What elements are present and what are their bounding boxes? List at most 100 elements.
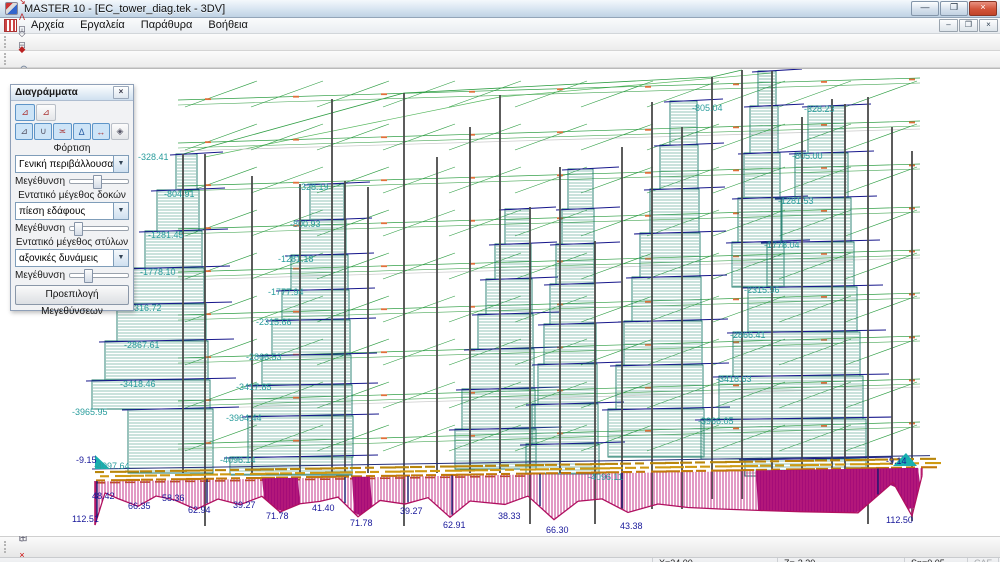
diagram-value-label: 112.51: [72, 515, 99, 524]
extent-horizontal-button[interactable]: ↔: [92, 123, 110, 140]
diagrams-palette: Διαγράμματα × ⊿⊿ ⊿∪≍Δ↔◈ Φόρτιση Γενική π…: [10, 84, 134, 311]
diagram-value-label: -1778.04: [764, 241, 800, 250]
diagram-value-label: -1777.94: [268, 288, 304, 297]
diagram-value-label: -2315.66: [256, 318, 292, 327]
slider-thumb[interactable]: [84, 269, 93, 283]
window-title: MASTER 10 - [EC_tower_diag.tek - 3DV]: [24, 3, 225, 15]
status-snap-value: Sn=0.05: [905, 558, 968, 562]
load-case-select[interactable]: Γενική περιβάλλουσα ▼: [15, 155, 129, 173]
diagram-value-label: -2315.96: [744, 286, 780, 295]
diagram-value-label: -2866.53: [246, 353, 282, 362]
palette-title-bar[interactable]: Διαγράμματα ×: [11, 85, 133, 101]
magnify-slider-1[interactable]: [69, 179, 129, 184]
beam-quantity-label: Εντατικό μέγεθος δοκών: [15, 190, 129, 201]
diagram-value-label: -3417.85: [236, 383, 272, 392]
member-4-icon[interactable]: Λ: [13, 9, 31, 25]
diagram-value-label: 71.78: [266, 512, 289, 521]
diagram-value-label: -1281.18: [278, 255, 314, 264]
force-arrows-icon[interactable]: ↘: [13, 0, 31, 9]
diagram-value-label: 62.94: [188, 506, 211, 515]
slider-thumb[interactable]: [74, 222, 83, 236]
diagram-value-label: -2866.41: [730, 331, 766, 340]
diagram-value-label: 58.36: [162, 494, 185, 503]
chevron-down-icon[interactable]: ▼: [113, 156, 128, 172]
diagram-value-label: 66.30: [546, 526, 569, 535]
diagram-value-label: -1281.53: [778, 197, 814, 206]
menu-boetheia[interactable]: Βοήθεια: [200, 18, 255, 33]
diagram-value-label: 66.35: [128, 502, 151, 511]
diagram-value-label: 41.40: [312, 504, 335, 513]
torsion-diagram-button[interactable]: Δ: [73, 123, 91, 140]
doc-minimize-button[interactable]: –: [939, 19, 958, 32]
diagram-value-label: -805.00: [792, 152, 823, 161]
restore-button[interactable]: ❐: [940, 1, 968, 16]
palette-title: Διαγράμματα: [15, 87, 78, 98]
palette-diagram-row: ⊿∪≍Δ↔◈: [15, 123, 129, 140]
toolbar-grip[interactable]: [4, 53, 10, 65]
diagram-value-label: 112.50: [886, 516, 913, 525]
shear-diagram-button[interactable]: ∪: [34, 123, 52, 140]
status-bar: X=34.00 Z=-2.30 Sn=0.05 CAF NUM: [0, 557, 1000, 562]
diagram-value-label: -3418.46: [120, 380, 156, 389]
application-window: MASTER 10 - [EC_tower_diag.tek - 3DV] — …: [0, 0, 1000, 562]
magnify-label-3: Μεγέθυνση: [15, 270, 65, 281]
column-quantity-label: Εντατικό μέγεθος στύλων: [15, 237, 129, 248]
diagram-value-label: -4097.64: [94, 462, 130, 471]
diagram-value-label: -3964.44: [226, 414, 262, 423]
palette-toggle-row: ⊿⊿: [15, 104, 129, 121]
magnify-slider-3[interactable]: [69, 273, 129, 278]
menu-ergaleia[interactable]: Εργαλεία: [72, 18, 133, 33]
diagram-value-label: -328.19: [298, 183, 329, 192]
solid-outline-icon[interactable]: ◇: [13, 25, 31, 41]
diagram-value-label: -4096.14: [220, 456, 256, 465]
diagram-value-label: 71.78: [350, 519, 373, 528]
column-quantity-select[interactable]: αξονικές δυνάμεις ▼: [15, 249, 129, 267]
diagram-value-label: -1778.10: [140, 268, 176, 277]
toolbar-bottom: ↶↷!⊕⊖⊡⊙⊘▣⊠⌐∟▭/∠△▦▦⊞ΑΞΜΛΧ.+.-◉✳▦▩⊏−⊐◫ΑΒ⋈▥…: [0, 536, 1000, 557]
doc-close-button[interactable]: ×: [979, 19, 998, 32]
diagram-value-label: -805.04: [692, 104, 723, 113]
beam-quantity-select[interactable]: πίεση εδάφους ▼: [15, 202, 129, 220]
beam-diagram-toggle-button[interactable]: ⊿: [15, 104, 35, 121]
doc-restore-button[interactable]: ❐: [959, 19, 978, 32]
diagram-value-label: -800.93: [290, 220, 321, 229]
toolbar-grip[interactable]: [4, 541, 10, 553]
toolbar-grip[interactable]: [4, 36, 10, 48]
load-case-label: Φόρτιση: [15, 143, 129, 154]
toolbar-row-1: □▤▦C⊞▤▧▽/≡≡#/○∩Aα↔B≈KT⊡⊟⊠▨°M▼▽∑▦◫▤3D◪∠∟✂…: [0, 34, 1000, 51]
status-message-area: [0, 558, 653, 562]
drawing-canvas[interactable]: -328.41-804.91-1281.45-1778.10-2316.72-2…: [0, 68, 1000, 536]
diagram-value-label: -9.15: [76, 456, 97, 465]
magnify-label-1: Μεγέθυνση: [15, 176, 65, 187]
close-button[interactable]: ×: [969, 1, 997, 16]
minimize-button[interactable]: —: [911, 1, 939, 16]
status-x-coordinate: X=34.00: [653, 558, 778, 562]
palette-close-icon[interactable]: ×: [113, 86, 129, 99]
magnify-label-2: Μεγέθυνση: [15, 223, 65, 234]
diagram-value-label: -1281.45: [148, 231, 184, 240]
chevron-down-icon[interactable]: ▼: [113, 203, 128, 219]
axial-diagram-button[interactable]: ≍: [53, 123, 71, 140]
magnify-slider-2[interactable]: [69, 226, 129, 231]
diagram-value-label: -804.91: [164, 190, 195, 199]
diagram-value-label: 43.38: [620, 522, 643, 531]
slider-thumb[interactable]: [93, 175, 102, 189]
menu-bar: Αρχεία Εργαλεία Παράθυρα Βοήθεια – ❐ ×: [0, 18, 1000, 34]
diagram-value-label: 48.42: [92, 492, 115, 501]
menu-parathyra[interactable]: Παράθυρα: [133, 18, 201, 33]
diagram-value-label: 38.33: [498, 512, 521, 521]
status-z-coordinate: Z=-2.30: [778, 558, 905, 562]
diagram-value-label: 39.27: [233, 501, 256, 510]
solid-red-icon[interactable]: ◆: [13, 41, 31, 57]
diagram-value-label: 39.27: [400, 507, 423, 516]
diagram-value-label: -4096.11: [588, 473, 623, 482]
status-caps-indicator: CAF: [968, 558, 999, 562]
column-diagram-toggle-button[interactable]: ⊿: [36, 104, 56, 121]
magnification-presets-button[interactable]: Προεπιλογή Μεγεθύνσεων: [15, 285, 129, 305]
diagram-value-label: -3966.05: [698, 417, 734, 426]
spatial-diagram-button[interactable]: ◈: [111, 123, 129, 140]
moment-diagram-button[interactable]: ⊿: [15, 123, 33, 140]
diagram-value-label: -328.23: [804, 105, 835, 114]
diagram-value-label: -2867.61: [124, 341, 160, 350]
chevron-down-icon[interactable]: ▼: [113, 250, 128, 266]
